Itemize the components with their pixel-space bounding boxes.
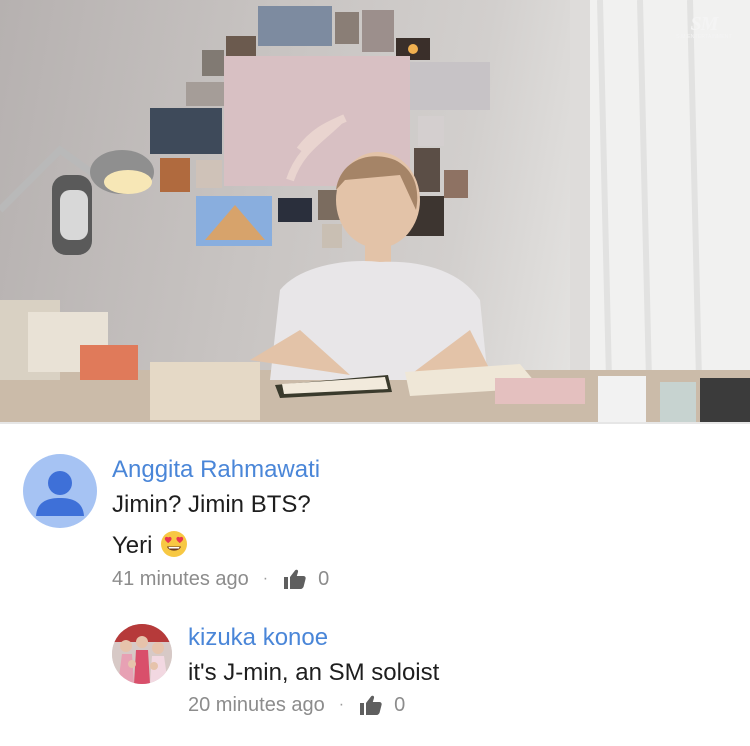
avatar[interactable] xyxy=(112,624,172,684)
heart-eyes-emoji-icon xyxy=(160,530,188,565)
default-user-icon xyxy=(36,471,84,516)
like-button[interactable] xyxy=(282,566,308,592)
comment-timestamp: 41 minutes ago xyxy=(112,567,249,590)
avatar[interactable] xyxy=(23,454,97,528)
reply-avatar-image xyxy=(112,624,172,684)
like-button[interactable] xyxy=(358,692,384,718)
thumbs-up-icon xyxy=(360,695,382,715)
like-count: 0 xyxy=(318,567,330,590)
comment-text-line-2-label: Yeri xyxy=(112,532,153,559)
reply-author[interactable]: kizuka konoe xyxy=(188,624,328,652)
video-player[interactable]: SM S.M.ENTERTAINMENT xyxy=(0,0,750,422)
thumbs-up-icon xyxy=(284,569,306,589)
video-frame-scene xyxy=(0,0,750,422)
comment-text-line-1: Jimin? Jimin BTS? xyxy=(112,491,311,518)
separator-dot: · xyxy=(262,570,269,587)
watermark-subtext: S.M.ENTERTAINMENT xyxy=(676,34,732,40)
comment-author[interactable]: Anggita Rahmawati xyxy=(112,456,320,484)
comment-text-line-2: Yeri xyxy=(112,530,188,565)
comment-meta: 41 minutes ago · 0 xyxy=(112,566,329,592)
sm-entertainment-watermark: SM S.M.ENTERTAINMENT xyxy=(674,14,734,41)
watermark-logo: SM xyxy=(690,13,719,35)
